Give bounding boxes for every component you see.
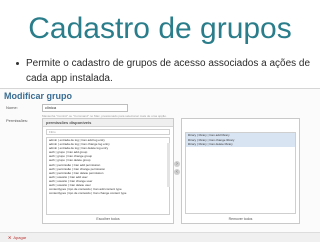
list-item[interactable]: contenttypes | tipo de conteúdo | Can ch… [47,191,169,195]
permission-filter-input[interactable]: Filtro [46,129,170,135]
chosen-permissions-list[interactable]: library | library | Can add library libr… [185,132,296,214]
form-header: Modificar grupo [4,91,72,101]
chosen-permissions-panel: library | library | Can add library libr… [181,118,300,224]
permissions-label: Permissões: [6,118,29,123]
name-label: Nome: [6,105,18,110]
available-permissions-panel: permissões disponíveis Filtro admin | en… [42,118,174,224]
available-permissions-list[interactable]: admin | entrada de log | Can add log ent… [46,137,170,215]
bullet-icon [16,62,19,65]
available-permissions-title: permissões disponíveis [43,119,173,127]
add-arrow-icon[interactable]: › [174,161,180,167]
remove-arrow-icon[interactable]: ‹ [174,169,180,175]
remove-all-button[interactable]: Remover todos [182,217,299,221]
delete-icon: ✕ [8,235,12,240]
submit-row: ✕ Apagar [0,232,320,242]
list-item[interactable]: library | library | Can delete library [186,142,295,147]
scrollbar-thumb[interactable] [167,143,170,187]
delete-button[interactable]: ✕ Apagar [8,235,26,240]
bullet-text: Permite o cadastro de grupos de acesso a… [26,58,311,84]
delete-label: Apagar [13,235,27,240]
group-name-input[interactable]: clinica [42,104,128,112]
choose-all-button[interactable]: Escolher todos [43,217,173,221]
slide-title: Cadastro de grupos [28,12,292,45]
admin-screenshot: Modificar grupo Nome: clinica Permissões… [0,88,320,242]
